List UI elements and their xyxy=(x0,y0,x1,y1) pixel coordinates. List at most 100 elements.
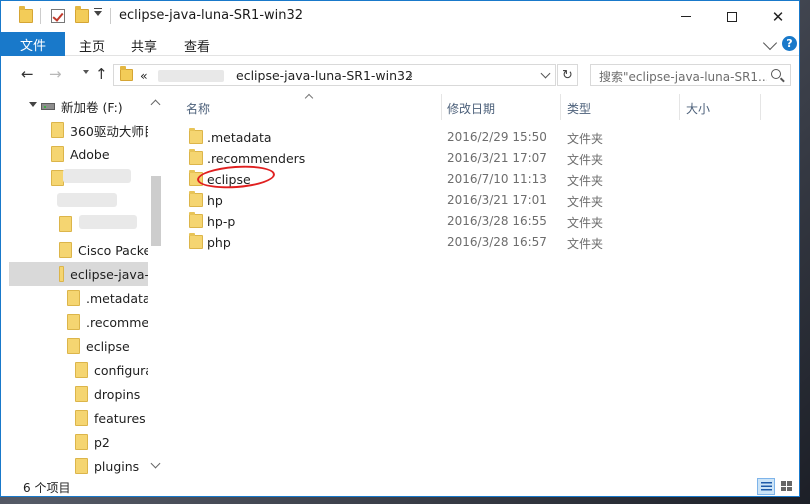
chevron-down-icon[interactable] xyxy=(29,102,37,107)
tree-item-hidden[interactable] xyxy=(59,212,78,236)
file-name: hp xyxy=(207,193,223,208)
column-label: 修改日期 xyxy=(447,102,496,116)
properties-icon[interactable] xyxy=(51,9,65,23)
column-header-size[interactable]: 大小 xyxy=(680,94,760,120)
tree-item-label: p2 xyxy=(94,434,110,450)
file-date: 2016/3/21 17:07 xyxy=(447,151,547,165)
folder-icon xyxy=(59,266,65,282)
tree-item-label: plugins xyxy=(94,458,140,474)
file-row[interactable]: hp-p 2016/3/28 16:55 文件夹 xyxy=(173,211,763,232)
tree-item[interactable]: 360驱动大师目 xyxy=(51,118,156,142)
divider xyxy=(110,8,111,24)
tree-item[interactable]: .metadata xyxy=(67,286,151,310)
folder-icon xyxy=(75,458,88,474)
navpane-scrollbar[interactable] xyxy=(148,94,164,476)
expand-ribbon-icon[interactable] xyxy=(762,35,778,51)
search-icon[interactable] xyxy=(771,69,781,79)
obscured-label xyxy=(57,193,117,207)
file-type: 文件夹 xyxy=(567,153,604,167)
folder-icon xyxy=(51,146,64,162)
tree-item[interactable]: Cisco Packet xyxy=(59,238,156,262)
tree-item[interactable]: dropins xyxy=(75,382,140,406)
folder-icon xyxy=(75,434,88,450)
back-arrow-icon[interactable]: ← xyxy=(21,65,34,83)
folder-icon xyxy=(67,290,80,306)
column-divider[interactable] xyxy=(760,94,761,120)
folder-icon xyxy=(189,191,203,207)
close-button[interactable]: ✕ xyxy=(755,1,801,32)
breadcrumb-current[interactable]: eclipse-java-luna-SR1-win32 xyxy=(236,68,413,83)
tree-item-label: configura xyxy=(94,362,153,378)
search-input[interactable]: 搜索"eclipse-java-luna-SR1..." xyxy=(590,64,791,86)
details-view-glyph xyxy=(761,482,772,491)
folder-icon xyxy=(189,233,203,249)
tree-item[interactable]: Adobe xyxy=(51,142,110,166)
column-label: 大小 xyxy=(686,102,711,116)
up-arrow-icon[interactable]: ↑ xyxy=(95,65,108,83)
file-row[interactable]: hp 2016/3/21 17:01 文件夹 xyxy=(173,190,763,211)
tree-item[interactable]: eclipse xyxy=(67,334,130,358)
navigation-bar: ← → ↑ « eclipse-java-luna-SR1-win32 › ↻ … xyxy=(1,56,799,94)
scrollbar-thumb[interactable] xyxy=(151,176,161,246)
file-row[interactable]: .metadata 2016/2/29 15:50 文件夹 xyxy=(173,127,763,148)
search-placeholder: 搜索"eclipse-java-luna-SR1..." xyxy=(599,70,767,84)
breadcrumb-overflow[interactable]: « xyxy=(140,68,148,83)
tree-item[interactable]: plugins xyxy=(75,454,139,476)
column-header-type[interactable]: 类型 xyxy=(561,94,679,120)
tree-item[interactable]: configura xyxy=(75,358,153,382)
large-icons-view-icon[interactable] xyxy=(778,478,796,495)
folder-icon xyxy=(120,66,133,81)
file-type: 文件夹 xyxy=(567,216,604,230)
folder-icon xyxy=(59,216,72,232)
tree-item-label: eclipse-java- xyxy=(70,266,149,282)
tree-item[interactable]: p2 xyxy=(75,430,110,454)
file-type: 文件夹 xyxy=(567,237,604,251)
tree-item-selected[interactable]: eclipse-java- xyxy=(9,262,149,286)
breadcrumb-chevron[interactable]: › xyxy=(408,68,413,83)
recent-locations-icon[interactable] xyxy=(83,70,89,74)
tab-view[interactable]: 查看 xyxy=(184,36,210,55)
tab-share[interactable]: 共享 xyxy=(131,36,157,55)
folder-icon xyxy=(67,338,80,354)
drive-icon xyxy=(41,102,55,110)
tab-file[interactable]: 文件 xyxy=(1,32,65,56)
maximize-button[interactable] xyxy=(709,1,755,32)
obscured-label xyxy=(79,215,137,229)
refresh-icon[interactable]: ↻ xyxy=(557,64,578,86)
explorer-window: eclipse-java-luna-SR1-win32 ✕ 文件 主页 共享 查… xyxy=(0,0,800,497)
tree-drive[interactable]: 新加卷 (F:) xyxy=(41,94,123,118)
file-date: 2016/3/21 17:01 xyxy=(447,193,547,207)
forward-arrow-icon[interactable]: → xyxy=(49,65,62,83)
folder-icon xyxy=(19,6,33,23)
tree-item[interactable]: .recommen xyxy=(67,310,157,334)
tab-home[interactable]: 主页 xyxy=(79,36,105,55)
column-header-name[interactable]: 名称 xyxy=(173,94,441,120)
tree-item-label: eclipse xyxy=(86,338,130,354)
file-type: 文件夹 xyxy=(567,195,604,209)
obscured-label xyxy=(63,169,131,183)
file-row[interactable]: .recommenders 2016/3/21 17:07 文件夹 xyxy=(173,148,763,169)
file-type: 文件夹 xyxy=(567,132,604,146)
customize-quick-access-icon[interactable] xyxy=(94,8,102,16)
file-date: 2016/3/28 16:57 xyxy=(447,235,547,249)
details-view-icon[interactable] xyxy=(757,478,775,495)
chevron-down-icon[interactable] xyxy=(540,68,551,79)
help-icon[interactable]: ? xyxy=(782,36,797,51)
new-folder-icon[interactable] xyxy=(75,6,89,23)
tree-item-label: Adobe xyxy=(70,146,110,162)
minimize-button[interactable] xyxy=(663,1,709,32)
scroll-up-icon[interactable] xyxy=(150,99,161,110)
file-row[interactable]: php 2016/3/28 16:57 文件夹 xyxy=(173,232,763,253)
folder-icon xyxy=(75,362,88,378)
address-bar[interactable]: « eclipse-java-luna-SR1-win32 › xyxy=(113,64,556,86)
tree-item-label: .metadata xyxy=(86,290,151,306)
tree-item[interactable]: features xyxy=(75,406,146,430)
column-header-date[interactable]: 修改日期 xyxy=(442,94,560,120)
tree-item-label: Cisco Packet xyxy=(78,242,157,258)
tree-drive-label: 新加卷 (F:) xyxy=(61,99,123,115)
folder-icon xyxy=(51,122,64,138)
tree-item-label: .recommen xyxy=(86,314,158,330)
column-label: 名称 xyxy=(186,102,211,116)
scroll-down-icon[interactable] xyxy=(150,458,161,469)
tree-item-label: dropins xyxy=(94,386,141,402)
